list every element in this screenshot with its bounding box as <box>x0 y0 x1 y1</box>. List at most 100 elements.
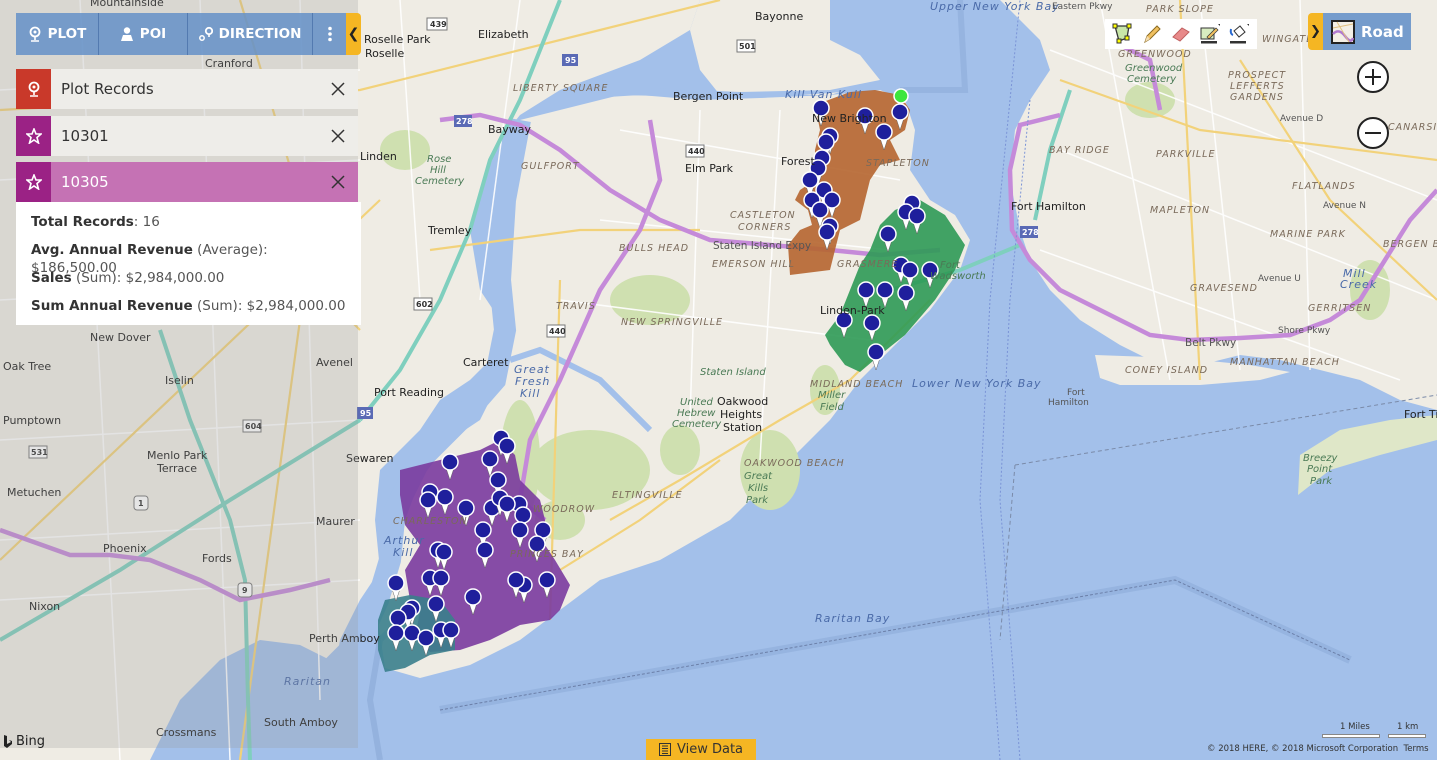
svg-text:CONEY ISLAND: CONEY ISLAND <box>1125 365 1208 376</box>
svg-text:9: 9 <box>242 586 248 595</box>
svg-text:Eastern Pkwy: Eastern Pkwy <box>1052 2 1113 12</box>
layer-10301[interactable]: 10301 <box>16 116 358 156</box>
svg-text:Miller: Miller <box>818 390 846 401</box>
svg-text:Hill: Hill <box>430 165 446 176</box>
svg-text:Cemetery: Cemetery <box>672 419 722 430</box>
close-layer-button[interactable] <box>318 116 358 156</box>
svg-text:Mountainside: Mountainside <box>90 0 164 9</box>
terms-link[interactable]: Terms <box>1404 744 1429 754</box>
pin-head <box>464 588 482 606</box>
svg-text:Greenwood: Greenwood <box>1125 63 1183 74</box>
svg-text:Oakwood: Oakwood <box>717 395 768 408</box>
svg-text:Menlo Park: Menlo Park <box>147 449 208 462</box>
svg-text:Fort: Fort <box>940 260 961 271</box>
svg-text:Belt Pkwy: Belt Pkwy <box>1185 337 1236 349</box>
eraser-tool[interactable] <box>1168 21 1194 47</box>
svg-text:FLATLANDS: FLATLANDS <box>1292 181 1356 192</box>
layer-icon <box>16 162 51 202</box>
svg-text:ELTINGVILLE: ELTINGVILLE <box>612 490 683 501</box>
zoom-out-button[interactable] <box>1357 117 1389 149</box>
svg-text:BULLS HEAD: BULLS HEAD <box>619 243 689 254</box>
layer-plot-records[interactable]: Plot Records <box>16 69 358 109</box>
view-data-button[interactable]: View Data <box>646 739 756 760</box>
list-icon <box>658 743 671 756</box>
svg-text:Kill: Kill <box>520 387 540 400</box>
bing-logo: Bing <box>3 734 45 749</box>
scale-miles-label: 1 Miles <box>1340 722 1370 732</box>
pin-head <box>818 223 836 241</box>
svg-text:Lower New York Bay: Lower New York Bay <box>912 377 1042 390</box>
star-icon <box>25 128 42 144</box>
svg-text:PARKVILLE: PARKVILLE <box>1156 149 1215 160</box>
vertical-ellipsis-icon <box>327 26 332 42</box>
svg-text:CANARSIE: CANARSIE <box>1388 122 1437 133</box>
copyright-text: © 2018 HERE, © 2018 Microsoft Corporatio… <box>1207 744 1399 754</box>
svg-text:United: United <box>680 397 714 408</box>
svg-text:Fort Ti: Fort Ti <box>1404 408 1437 421</box>
svg-text:Park: Park <box>1310 476 1333 487</box>
map-pin-icon <box>29 26 41 42</box>
layer-statistics-panel: Total Records: 16 Avg. Annual Revenue (A… <box>16 202 361 325</box>
direction-button[interactable]: DIRECTION <box>188 13 313 55</box>
svg-text:501: 501 <box>739 42 756 51</box>
svg-text:MAPLETON: MAPLETON <box>1150 205 1210 216</box>
svg-text:WINGATE: WINGATE <box>1262 34 1313 45</box>
collapse-nav-button[interactable]: ❮ <box>346 13 361 55</box>
more-button[interactable] <box>313 13 346 55</box>
svg-text:Avenue D: Avenue D <box>1280 114 1323 124</box>
fill-bucket-icon <box>1229 24 1249 44</box>
svg-text:Crossmans: Crossmans <box>156 726 217 739</box>
pin-head <box>489 471 507 489</box>
svg-text:PRINCES BAY: PRINCES BAY <box>510 549 584 560</box>
svg-text:Avenue U: Avenue U <box>1258 274 1301 284</box>
svg-text:Forest: Forest <box>781 155 815 168</box>
svg-text:Nixon: Nixon <box>29 600 60 613</box>
svg-text:Pumptown: Pumptown <box>3 414 61 427</box>
svg-text:Shore Pkwy: Shore Pkwy <box>1278 326 1331 336</box>
svg-text:Port Reading: Port Reading <box>374 386 444 399</box>
svg-text:1: 1 <box>138 499 144 508</box>
svg-text:CORNERS: CORNERS <box>738 222 791 233</box>
svg-text:Raritan Bay: Raritan Bay <box>815 612 890 625</box>
map-canvas[interactable]: Mountainside Elizabeth Bayonne Bergen Po… <box>0 0 1437 760</box>
edit-style-tool[interactable] <box>1197 21 1223 47</box>
svg-text:GERRITSEN: GERRITSEN <box>1308 303 1371 314</box>
svg-text:Linden-Park: Linden-Park <box>820 304 885 317</box>
plot-button[interactable]: PLOT <box>16 13 99 55</box>
svg-text:Hebrew: Hebrew <box>677 408 716 419</box>
pencil-tool[interactable] <box>1139 21 1165 47</box>
poi-button[interactable]: POI <box>99 13 188 55</box>
svg-text:South Amboy: South Amboy <box>264 716 338 729</box>
svg-text:WOODROW: WOODROW <box>533 504 595 515</box>
svg-text:Avenel: Avenel <box>316 356 353 369</box>
close-layer-button[interactable] <box>318 69 358 109</box>
map-style-button[interactable]: Road <box>1323 13 1411 50</box>
pin-head <box>511 521 529 539</box>
stat-total-records: Total Records: 16 <box>31 214 160 230</box>
scale-km-label: 1 km <box>1397 722 1419 732</box>
drawing-toolbar <box>1105 19 1257 49</box>
edit-style-icon <box>1200 24 1220 44</box>
map-style-toggle-button[interactable]: ❯ <box>1308 13 1323 50</box>
pin-head <box>436 488 454 506</box>
route-icon <box>198 26 213 41</box>
svg-text:GRAVESEND: GRAVESEND <box>1190 283 1258 294</box>
svg-text:TRAVIS: TRAVIS <box>556 301 596 312</box>
svg-text:LIBERTY SQUARE: LIBERTY SQUARE <box>513 83 608 94</box>
svg-text:MARINE PARK: MARINE PARK <box>1270 229 1346 240</box>
pin-head <box>538 571 556 589</box>
plot-label: PLOT <box>47 26 87 42</box>
svg-text:Point: Point <box>1307 464 1333 475</box>
fill-tool[interactable] <box>1226 21 1252 47</box>
layer-name: 10301 <box>61 127 109 145</box>
svg-text:OAKWOOD BEACH: OAKWOOD BEACH <box>744 458 845 469</box>
selected-location-marker[interactable] <box>893 88 909 104</box>
zoom-in-button[interactable] <box>1357 61 1389 93</box>
polygon-select-tool[interactable] <box>1110 21 1136 47</box>
road-map-icon <box>1331 19 1355 44</box>
svg-text:GULFPORT: GULFPORT <box>521 161 580 172</box>
layer-10305[interactable]: 10305 <box>16 162 358 202</box>
close-layer-button[interactable] <box>318 162 358 202</box>
svg-text:Roselle Park: Roselle Park <box>364 33 431 46</box>
scale-km-bar <box>1388 734 1426 738</box>
